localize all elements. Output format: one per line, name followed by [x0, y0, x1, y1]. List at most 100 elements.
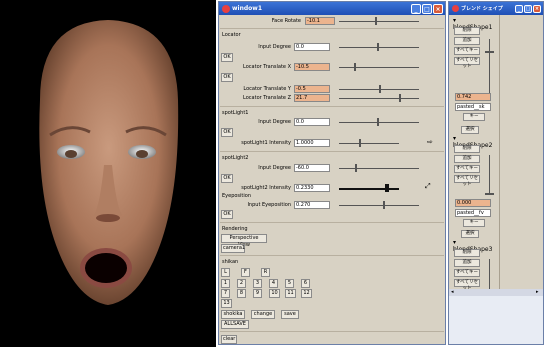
locator-translate-z-field[interactable]: 21.7	[294, 94, 330, 102]
maximize-button[interactable]: □	[524, 4, 532, 13]
preset-button-11[interactable]: 11	[285, 289, 296, 298]
locator-translate-z-label: Locator Translate Z	[243, 95, 291, 101]
face-rotate-label: Face Rotate	[271, 18, 301, 24]
close-button[interactable]: ×	[533, 4, 541, 13]
locator-translate-x-slider[interactable]	[339, 63, 419, 71]
spotlight1-input-degree-field[interactable]: 0.0	[294, 118, 330, 126]
blendshape2-select-button[interactable]: 選択	[461, 230, 479, 238]
blendshape1-select-button[interactable]: 選択	[461, 126, 479, 134]
blendshape3-delete-button[interactable]: 削除	[454, 249, 480, 257]
locator-translate-z-slider[interactable]	[339, 94, 419, 102]
blendshape2-key-button[interactable]: キー	[463, 219, 485, 227]
perspective-view-button[interactable]: Perspective View	[221, 234, 267, 248]
blendshape2-weight-field[interactable]: 0.000	[455, 199, 491, 207]
allsave-button[interactable]: ALLSAVE	[221, 320, 249, 329]
locator-section-label: Locator	[222, 32, 241, 38]
preset-button-7[interactable]: 7	[221, 289, 230, 298]
maximize-button[interactable]: □	[422, 3, 432, 14]
scroll-right-icon[interactable]: ▸	[536, 290, 541, 295]
blendshape2-weight-slider[interactable]	[489, 155, 490, 195]
face-rotate-slider[interactable]	[339, 17, 419, 25]
blendshape3-key-all-button[interactable]: すべてキー	[454, 269, 480, 277]
blendshape1-reset-all-button[interactable]: すべてリセット	[454, 57, 480, 69]
locator-input-degree-field[interactable]: 0.0	[294, 43, 330, 51]
blendshape2-delete-button[interactable]: 削除	[454, 145, 480, 153]
locator-translate-y-field[interactable]: -0.5	[294, 85, 330, 93]
preset-button-13[interactable]: 13	[221, 299, 232, 308]
blendshape3-reset-all-button[interactable]: すべてリセット	[454, 279, 480, 291]
locator-translate-x-label: Locator Translate X	[243, 64, 291, 70]
blendshape3-add-button[interactable]: 追加	[454, 259, 480, 267]
blendshape2-add-button[interactable]: 追加	[454, 155, 480, 163]
blendshape1-key-button[interactable]: キー	[463, 113, 485, 121]
view-l-button[interactable]: L	[221, 268, 230, 277]
view-f-button[interactable]: F	[241, 268, 250, 277]
spotlight2-input-degree-label: Input Degree	[258, 165, 291, 171]
save-button[interactable]: save	[281, 310, 299, 319]
minimize-button[interactable]: _	[515, 4, 523, 13]
column-divider	[499, 15, 500, 296]
blend-shape-titlebar[interactable]: ブレンド シェイプ _ □ ×	[449, 2, 543, 15]
blendshape2-key-all-button[interactable]: すべてキー	[454, 165, 480, 173]
spotlight2-input-degree-slider[interactable]	[339, 164, 419, 172]
locator-translate-x-field[interactable]: -10.5	[294, 63, 330, 71]
expand-icon[interactable]: ⤢	[425, 182, 435, 190]
blendshape2-target-field[interactable]: pasted__fv	[455, 209, 491, 217]
preset-button-10[interactable]: 10	[269, 289, 280, 298]
blendshape1-weight-slider[interactable]	[489, 39, 490, 99]
spotlight1-intensity-field[interactable]: 1.0000	[294, 139, 330, 147]
blendshape2-slider-thumb[interactable]	[485, 193, 494, 195]
scroll-left-icon[interactable]: ◂	[451, 290, 456, 295]
blendshape1-weight-field[interactable]: 0.742	[455, 93, 491, 101]
view-r-button[interactable]: R	[261, 268, 270, 277]
spotlight2-input-degree-field[interactable]: -60.0	[294, 164, 330, 172]
blendshape1-panel: ▾ blendShape1 削除 追加 すべてキー すべてリセット 0.742 …	[451, 15, 497, 296]
close-button[interactable]: ×	[433, 3, 443, 14]
maya-icon	[222, 4, 230, 13]
locator-input-degree-label: Input Degree	[258, 44, 291, 50]
rendering-section-label: Rendering	[222, 226, 248, 232]
locator-ok-button[interactable]: OK	[221, 53, 233, 62]
eyeposition-slider[interactable]	[339, 201, 419, 209]
spotlight2-intensity-label: spotLight2 Intensity	[241, 185, 291, 191]
preset-button-5[interactable]: 5	[285, 279, 294, 288]
spotlight1-ok-button[interactable]: OK	[221, 128, 233, 137]
locator-translate-y-slider[interactable]	[339, 85, 419, 93]
preset-button-3[interactable]: 3	[253, 279, 262, 288]
blendshape1-key-all-button[interactable]: すべてキー	[454, 47, 480, 55]
spotlight2-intensity-field[interactable]: 0.2330	[294, 184, 330, 192]
spotlight2-ok-button[interactable]: OK	[221, 174, 233, 183]
locator-translate-y-label: Locator Translate Y	[243, 86, 291, 92]
minimize-button[interactable]: _	[411, 3, 421, 14]
blendshape1-target-field[interactable]: pasted__sk	[455, 103, 491, 111]
face-render	[39, 20, 179, 305]
preset-button-2[interactable]: 2	[237, 279, 246, 288]
face-rotate-field[interactable]: -10.1	[305, 17, 335, 25]
eyeposition-ok-button[interactable]: OK	[221, 210, 233, 219]
locator-ok-button-2[interactable]: OK	[221, 73, 233, 82]
preset-button-12[interactable]: 12	[301, 289, 312, 298]
clear-button[interactable]: clear	[221, 335, 237, 344]
preset-button-1[interactable]: 1	[221, 279, 230, 288]
blendshape1-add-button[interactable]: 追加	[454, 37, 480, 45]
blendshape1-delete-button[interactable]: 削除	[454, 27, 480, 35]
preset-button-8[interactable]: 8	[237, 289, 246, 298]
spotlight1-intensity-slider[interactable]	[339, 139, 399, 147]
window1-titlebar[interactable]: window1 _ □ ×	[219, 2, 445, 15]
locator-input-degree-slider[interactable]	[339, 43, 419, 51]
spotlight2-intensity-slider[interactable]	[339, 184, 399, 192]
preset-button-9[interactable]: 9	[253, 289, 262, 298]
horizontal-scrollbar[interactable]: ◂ ▸	[449, 289, 543, 296]
blendshape2-reset-all-button[interactable]: すべてリセット	[454, 175, 480, 187]
3d-viewport[interactable]	[0, 0, 216, 347]
preset-button-4[interactable]: 4	[269, 279, 278, 288]
eyeposition-input-field[interactable]: 0.270	[294, 201, 330, 209]
blendshape3-weight-slider[interactable]	[489, 259, 490, 293]
map-icon-1[interactable]: ⇨	[427, 138, 437, 146]
camera1-button[interactable]: camera1	[221, 244, 245, 253]
shokika-button[interactable]: shokika	[221, 310, 245, 319]
change-button[interactable]: change	[251, 310, 275, 319]
blendshape1-slider-thumb[interactable]	[485, 51, 494, 53]
preset-button-6[interactable]: 6	[301, 279, 310, 288]
spotlight1-input-degree-slider[interactable]	[339, 118, 419, 126]
